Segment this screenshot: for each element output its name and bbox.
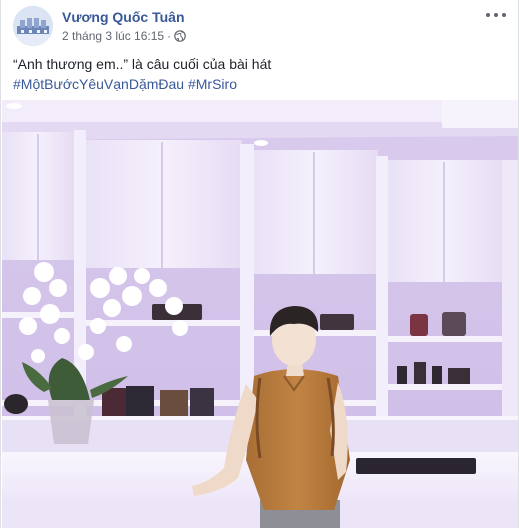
shelf-book (102, 388, 126, 418)
post-timestamp[interactable]: 2 tháng 3 lúc 16:15 (62, 29, 164, 43)
shelf-jar (442, 312, 466, 336)
cooktop (356, 458, 476, 474)
more-options-icon[interactable] (486, 8, 506, 22)
shelf-book (160, 390, 188, 418)
ceiling-vent (442, 100, 518, 128)
hashtag-link[interactable]: #MộtBướcYêuVạnDặmĐau (13, 76, 184, 92)
post-text-line: “Anh thương em..” là câu cuối của bài há… (13, 56, 272, 72)
ceiling-light (254, 140, 268, 146)
post-header: Vương Quốc Tuân 2 tháng 3 lúc 16:15 · (13, 6, 508, 48)
avatar-image (13, 6, 53, 46)
column (502, 160, 518, 460)
post-meta: 2 tháng 3 lúc 16:15 · (62, 29, 186, 43)
shelf-box (320, 314, 354, 330)
avatar[interactable] (13, 6, 53, 46)
teapot (4, 394, 28, 414)
post-card: Vương Quốc Tuân 2 tháng 3 lúc 16:15 · “A… (0, 0, 519, 528)
shelf-book (190, 388, 214, 418)
globe-icon[interactable] (174, 30, 186, 42)
orchid-pot (48, 400, 94, 444)
meta-separator: · (167, 29, 172, 43)
post-text: “Anh thương em..” là câu cuối của bài há… (13, 54, 508, 94)
hashtag-link[interactable]: #MrSiro (188, 76, 237, 92)
column (376, 156, 388, 456)
ceiling-light (6, 103, 22, 109)
photo-ceiling (2, 100, 518, 122)
author-name[interactable]: Vương Quốc Tuân (62, 9, 185, 25)
shelf-book (126, 386, 154, 418)
post-photo[interactable] (2, 100, 518, 528)
hashtag-line: #MộtBướcYêuVạnDặmĐau #MrSiro (13, 74, 508, 94)
shelf-jar (410, 314, 428, 336)
